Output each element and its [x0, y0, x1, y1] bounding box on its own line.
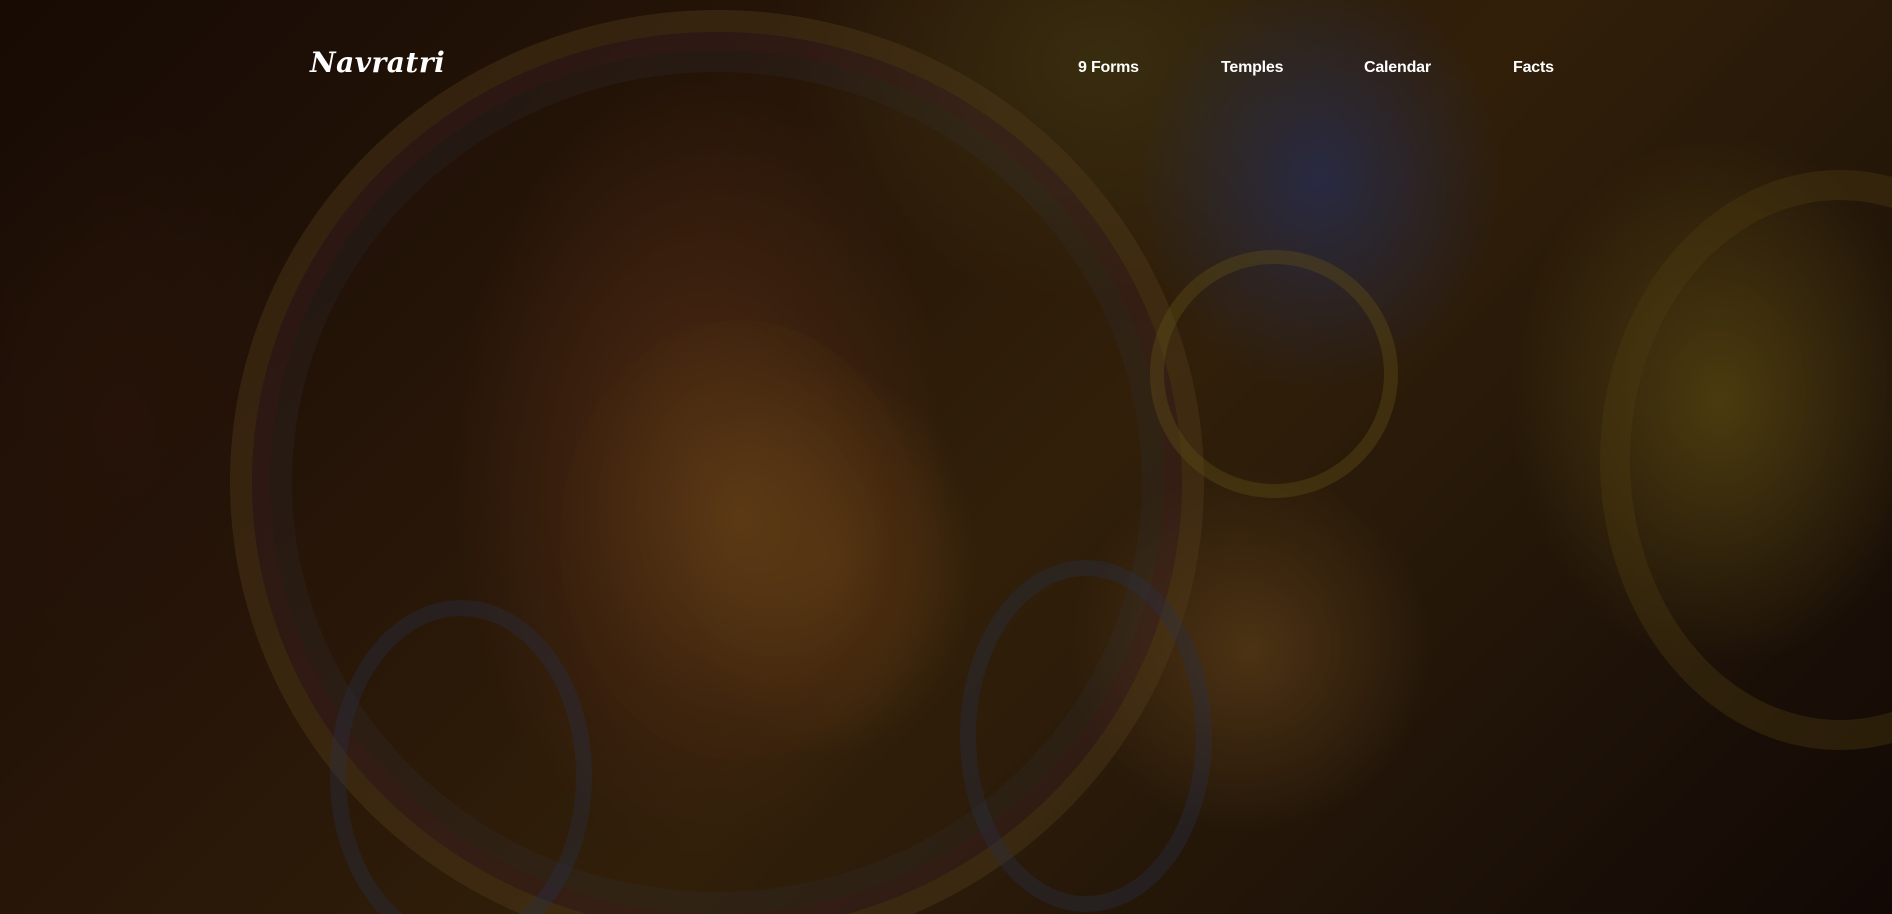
nav-item-9-forms[interactable]: 9 Forms [1078, 59, 1139, 77]
brand-logo[interactable]: Navratri [310, 46, 445, 79]
nav-item-temples[interactable]: Temples [1221, 59, 1284, 77]
nav-item-facts[interactable]: Facts [1513, 59, 1554, 77]
nav-item-calendar[interactable]: Calendar [1364, 59, 1431, 77]
top-navigation: Navratri 9 Forms Temples Calendar Facts [0, 0, 1892, 140]
